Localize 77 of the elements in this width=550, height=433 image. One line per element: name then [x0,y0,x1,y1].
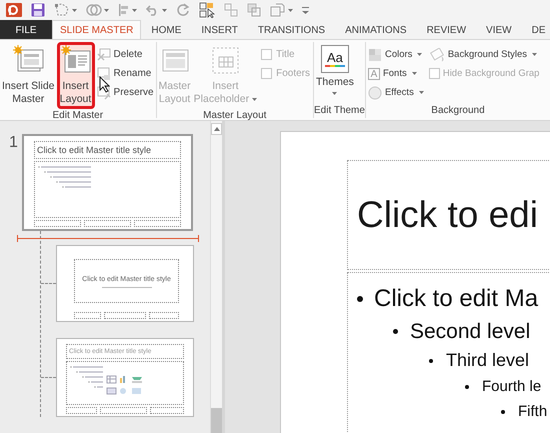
footer-placeholder [100,407,147,414]
footer-placeholder [150,407,184,414]
caret-up-icon [214,127,220,131]
footer-placeholder [134,220,181,227]
circle-icon [368,86,382,100]
save-button[interactable] [31,1,45,19]
rename-slide-icon [96,66,111,80]
group-label: Master Layout [203,109,266,120]
footer-placeholder [84,220,131,227]
ribbon-tab[interactable]: REVIEW [416,20,476,39]
ribbon-tab[interactable]: HOME [141,20,192,39]
align-icon [118,3,130,17]
content-placeholder[interactable]: Click to edit Ma Second level Third level Fourth le Fifth [347,272,550,433]
bullet-icon [393,329,398,334]
ungroup-icon [247,3,261,17]
ribbon-tab[interactable]: VIEW [476,20,522,39]
redo-icon [176,3,190,17]
dashed-shape-icon [54,3,70,17]
checkbox-label: Footers [276,68,310,79]
more-icon [302,6,309,14]
checkbox-label: Title [276,49,295,60]
arrange-icon [270,2,286,18]
slide-number: 1 [8,134,19,153]
mouse-cursor-icon [99,76,110,93]
slide-thumbnail[interactable]: Click to edit Master title style [22,134,193,231]
scrollbar[interactable] [210,121,222,433]
save-icon [31,3,45,17]
ribbon-tab[interactable]: DE [522,20,550,39]
bullet-text: Fifth [518,403,548,420]
insert-layout-button[interactable]: Insert Layout [56,42,95,109]
arrange-button[interactable] [270,1,293,19]
bullet-text: Second level [410,320,530,344]
redo-button[interactable] [176,1,190,19]
scrollbar-thumb[interactable] [211,408,222,433]
align-button[interactable] [118,1,137,19]
themes-button[interactable]: Aa Themes [315,42,355,98]
color-swatch-icon [368,48,382,62]
footer-placeholder [74,312,102,319]
font-icon: A [368,68,380,80]
footer-placeholder [34,220,81,227]
group-label: Edit Master [52,109,104,120]
caret-icon [288,8,293,12]
checkbox-label: Hide Background Grap [442,68,540,79]
ungroup-button[interactable] [247,1,261,19]
group-label: Edit Theme [314,104,365,118]
bullet-icon [357,296,363,302]
title-placeholder[interactable]: Click to edi [347,160,550,270]
caret-icon [104,8,109,12]
slide-title: Click to edi [357,194,538,236]
file-tab[interactable]: FILE [0,20,52,39]
ribbon-tab[interactable]: INSERT [191,20,248,39]
themes-icon: Aa [320,45,349,73]
caret-icon [132,8,137,12]
bullet-icon [465,384,469,388]
group-icon [224,3,238,17]
ribbon-tab[interactable]: ANIMATIONS [335,20,417,39]
group-button[interactable] [224,1,238,19]
insert-slide-master-button[interactable]: Insert Slide Master [1,42,56,109]
bullet-text: Fourth le [482,378,542,395]
caret-icon [162,8,167,12]
circles-icon [86,3,102,17]
bullet-text: Click to edit Ma [374,285,538,313]
ribbon-tab[interactable]: TRANSITIONS [248,20,336,39]
footer-placeholder [148,312,179,319]
footer-placeholder [66,407,97,414]
thumbnail-title: Click to edit Master title style [37,145,152,155]
ribbon-tab[interactable]: SLIDE MASTER [52,20,142,39]
selection-pane-button[interactable] [199,1,215,19]
group-label: Background [431,104,485,118]
caret-icon [72,8,77,12]
bullet-icon [501,410,505,414]
bullet-text: Third level [446,350,530,371]
delete-slide-icon [96,48,111,62]
app-button[interactable] [6,1,22,19]
bullet-icon [429,358,433,362]
footer-placeholder [104,312,146,319]
scroll-up-button[interactable] [211,123,222,135]
